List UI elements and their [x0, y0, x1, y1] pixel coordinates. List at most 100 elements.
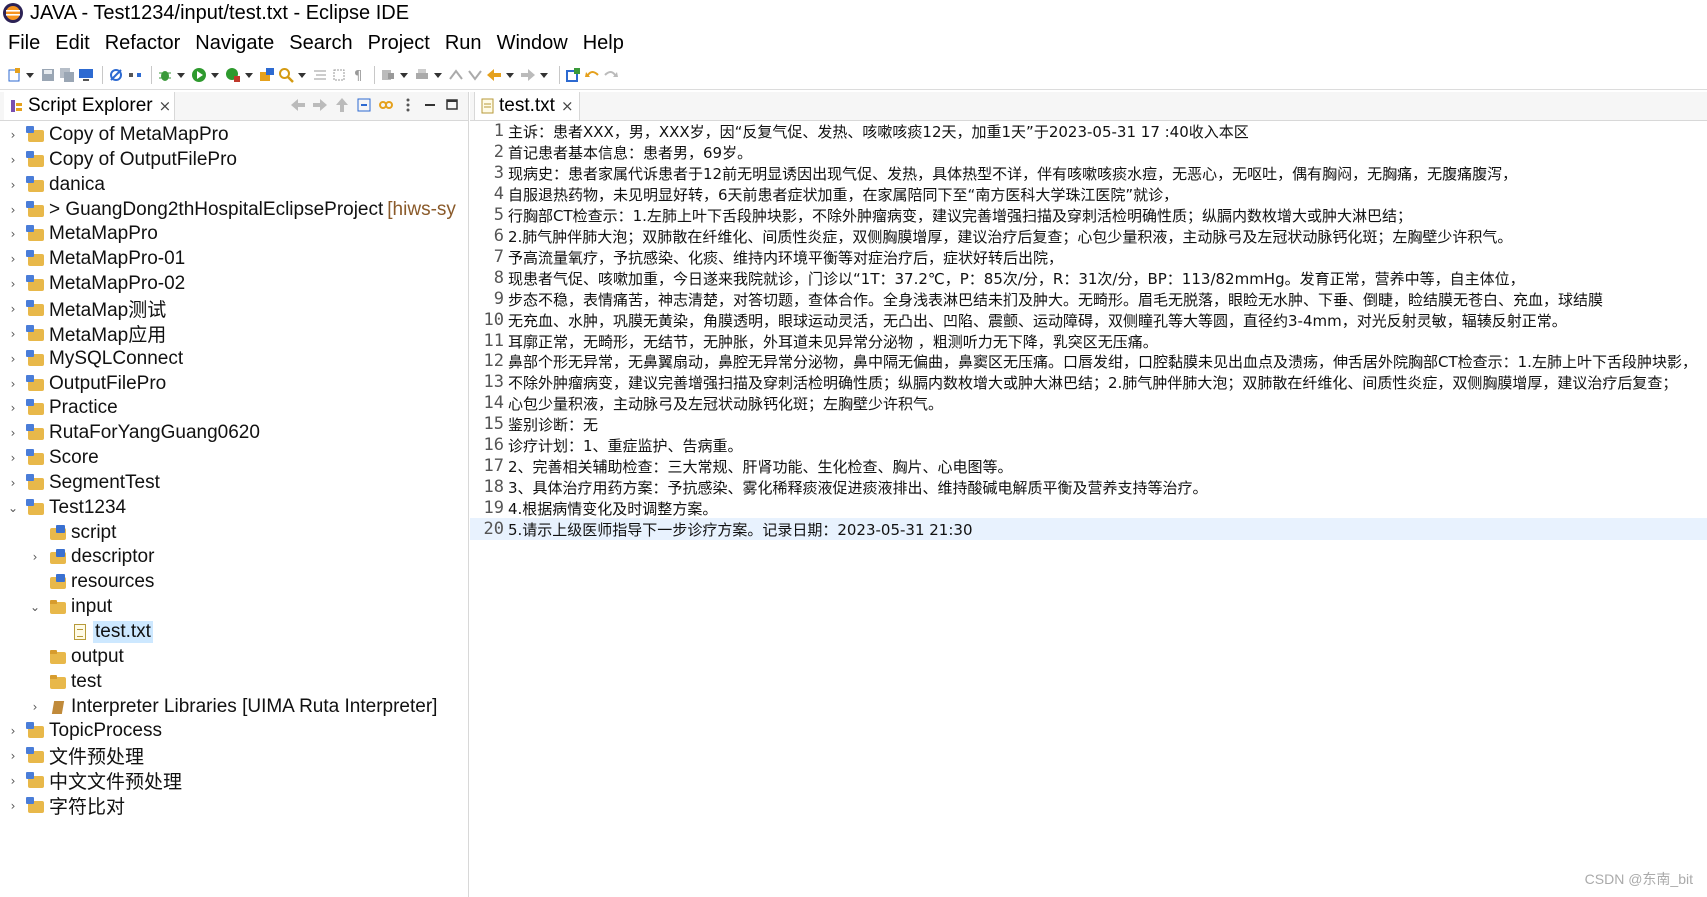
tree-item[interactable]: test.txt [50, 619, 153, 644]
menu-refactor[interactable]: Refactor [105, 32, 181, 55]
code-line[interactable]: 16 诊疗计划：1、重症监护、告病重。 [470, 434, 1707, 456]
tree-item[interactable]: output [28, 644, 124, 669]
save-all-icon[interactable] [59, 67, 75, 83]
collapsed-chevron-icon[interactable]: › [28, 550, 42, 564]
toggle-icon[interactable] [127, 67, 143, 83]
open-type-icon[interactable] [259, 67, 275, 83]
menu-navigate[interactable]: Navigate [195, 32, 274, 55]
menu-window[interactable]: Window [497, 32, 568, 55]
code-line[interactable]: 6 2.肺气肿伴肺大泡；双肺散在纤维化、间质性炎症，双侧胸膜增厚，建议治疗后复查；… [470, 225, 1707, 247]
annotation-icon[interactable] [380, 67, 396, 83]
tree-item[interactable]: ⌄ input [28, 594, 112, 619]
tree-item[interactable]: › Interpreter Libraries [UIMA Ruta Interp… [28, 694, 438, 719]
collapsed-chevron-icon[interactable]: › [6, 749, 20, 763]
tree-item[interactable]: script [28, 520, 116, 545]
tree-item[interactable]: › TopicProcess [6, 718, 162, 743]
collapsed-chevron-icon[interactable]: › [6, 426, 20, 440]
code-line[interactable]: 12 鼻部个形无异常，无鼻翼扇动，鼻腔无异常分泌物，鼻中隔无偏曲，鼻窦区无压痛。口… [470, 350, 1707, 372]
collapsed-chevron-icon[interactable]: › [6, 302, 20, 316]
tree-item[interactable]: › MetaMap测试 [6, 296, 166, 321]
back-icon[interactable] [290, 97, 306, 113]
up-icon[interactable] [334, 97, 350, 113]
tree-item[interactable]: › MetaMapPro-02 [6, 271, 186, 296]
run-dropdown-icon[interactable] [210, 67, 219, 83]
skip-breakpoints-icon[interactable] [108, 67, 124, 83]
tree-item[interactable]: › Practice [6, 395, 118, 420]
next-annotation-icon[interactable] [448, 67, 464, 83]
code-line[interactable]: 5 行胸部CT检查示：1.左肺上叶下舌段肿块影，不除外肿瘤病变，建议完善增强扫描及… [470, 204, 1707, 226]
collapsed-chevron-icon[interactable]: › [6, 252, 20, 266]
undo-icon[interactable] [584, 67, 600, 83]
code-line[interactable]: 14 心包少量积液，主动脉弓及左冠状动脉钙化斑；左胸壁少许积气。 [470, 392, 1707, 414]
perspective-icon[interactable] [565, 67, 581, 83]
forward-icon[interactable] [312, 97, 328, 113]
debug-dropdown-icon[interactable] [176, 67, 185, 83]
tree-item[interactable]: › descriptor [28, 544, 155, 569]
menu-run[interactable]: Run [445, 32, 482, 55]
code-line[interactable]: 1 主诉：患者XXX，男，XXX岁，因“反复气促、发热、咳嗽咳痰12天，加重1天”… [470, 120, 1707, 142]
tree-item[interactable]: › 中文文件预处理 [6, 768, 182, 793]
tree-item[interactable]: › > GuangDong2thHospitalEclipseProject [hi… [6, 197, 456, 222]
new-icon[interactable] [6, 67, 22, 83]
collapsed-chevron-icon[interactable]: › [6, 153, 20, 167]
show-whitespace-icon[interactable]: ¶ [350, 67, 366, 83]
collapse-all-icon[interactable] [356, 97, 372, 113]
collapsed-chevron-icon[interactable]: › [6, 774, 20, 788]
debug-icon[interactable] [157, 67, 173, 83]
code-line[interactable]: 19 4.根据病情变化及时调整方案。 [470, 497, 1707, 519]
previous-annotation-icon[interactable] [467, 67, 483, 83]
menu-edit[interactable]: Edit [55, 32, 89, 55]
code-line[interactable]: 11 耳廓正常，无畸形，无结节，无肿胀，外耳道未见异常分泌物 ，粗测听力无下降，乳… [470, 330, 1707, 352]
maximize-icon[interactable] [444, 97, 460, 113]
expanded-chevron-icon[interactable]: ⌄ [6, 501, 20, 515]
tree-item[interactable]: › Score [6, 445, 99, 470]
code-line[interactable]: 15 鉴别诊断：无 [470, 413, 1707, 435]
print-icon[interactable] [414, 67, 430, 83]
collapsed-chevron-icon[interactable]: › [6, 203, 20, 217]
collapsed-chevron-icon[interactable]: › [6, 277, 20, 291]
collapsed-chevron-icon[interactable]: › [6, 799, 20, 813]
collapsed-chevron-icon[interactable]: › [6, 476, 20, 490]
code-line[interactable]: 7 予高流量氧疗，予抗感染、化痰、维持内环境平衡等对症治疗后，症状好转后出院， [470, 246, 1707, 268]
collapsed-chevron-icon[interactable]: › [6, 724, 20, 738]
code-line[interactable]: 9 步态不稳，表情痛苦，神志清楚，对答切题，查体合作。全身浅表淋巴结未扪及肿大。无… [470, 288, 1707, 310]
code-line[interactable]: 8 现患者气促、咳嗽加重，今日遂来我院就诊，门诊以“1T：37.2℃，P：85次/… [470, 267, 1707, 289]
tree-item[interactable]: ⌄ Test1234 [6, 495, 126, 520]
tree-item[interactable]: › MetaMap应用 [6, 321, 166, 346]
tree-item[interactable]: › SegmentTest [6, 470, 160, 495]
close-icon[interactable]: × [159, 97, 172, 115]
search-icon[interactable] [278, 67, 294, 83]
forward-arrow-icon[interactable] [520, 67, 536, 83]
minimize-icon[interactable] [422, 97, 438, 113]
search-dropdown-icon[interactable] [297, 67, 306, 83]
code-line[interactable]: 13 不除外肿瘤病变，建议完善增强扫描及穿刺活检明确性质；纵膈内数枚增大或肿大淋巴… [470, 371, 1707, 393]
redo-icon[interactable] [603, 67, 619, 83]
back-dropdown-icon[interactable] [505, 67, 514, 83]
tree-item[interactable]: › Copy of MetaMapPro [6, 122, 229, 147]
monitor-icon[interactable] [78, 67, 94, 83]
tree-item[interactable]: test [28, 669, 102, 694]
collapsed-chevron-icon[interactable]: › [6, 377, 20, 391]
menu-help[interactable]: Help [583, 32, 624, 55]
collapsed-chevron-icon[interactable]: › [6, 227, 20, 241]
tree-item[interactable]: › MetaMapPro [6, 221, 158, 246]
collapsed-chevron-icon[interactable]: › [6, 401, 20, 415]
forward-dropdown-icon[interactable] [539, 67, 548, 83]
view-menu-icon[interactable] [400, 97, 416, 113]
menu-search[interactable]: Search [289, 32, 352, 55]
back-arrow-icon[interactable] [486, 67, 502, 83]
menu-file[interactable]: File [8, 32, 40, 55]
print-dropdown-icon[interactable] [433, 67, 442, 83]
expanded-chevron-icon[interactable]: ⌄ [28, 600, 42, 614]
code-line[interactable]: 2 首记患者基本信息：患者男，69岁。 [470, 141, 1707, 163]
collapsed-chevron-icon[interactable]: › [28, 700, 42, 714]
block-selection-icon[interactable] [331, 67, 347, 83]
external-tools-dropdown-icon[interactable] [244, 67, 253, 83]
code-line[interactable]: 20 5.请示上级医师指导下一步诊疗方案。记录日期：2023-05-31 21:… [470, 518, 1707, 540]
close-icon[interactable]: × [561, 97, 574, 115]
collapsed-chevron-icon[interactable]: › [6, 327, 20, 341]
tree-item[interactable]: › MySQLConnect [6, 346, 184, 371]
tree-item[interactable]: › 文件预处理 [6, 743, 144, 768]
code-line[interactable]: 10 无充血、水肿，巩膜无黄染，角膜透明，眼球运动灵活，无凸出、凹陷、震颤、运动障… [470, 309, 1707, 331]
external-tools-icon[interactable] [225, 67, 241, 83]
